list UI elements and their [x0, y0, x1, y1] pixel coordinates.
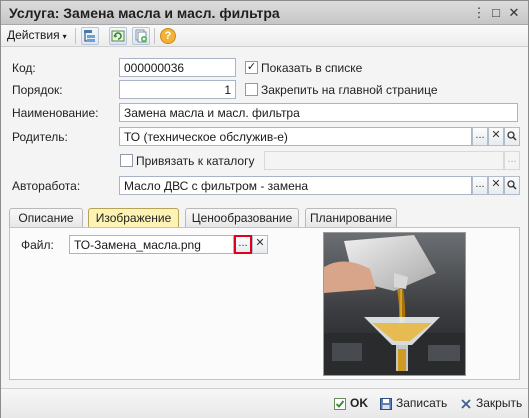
actions-menu-button[interactable]: Действия ▾	[7, 28, 67, 42]
help-icon[interactable]: ?	[160, 28, 176, 44]
search-icon	[507, 131, 517, 141]
file-clear-button[interactable]: ✕	[252, 235, 268, 254]
tab-image[interactable]: Изображение	[88, 208, 179, 229]
ok-label: OK	[350, 396, 368, 410]
more-options-icon[interactable]: ⋮	[471, 5, 487, 20]
autowork-label: Авторабота:	[12, 179, 81, 193]
close-window-button[interactable]: ✕	[506, 5, 522, 20]
close-label: Закрыть	[476, 396, 523, 410]
show-in-list-label: Показать в списке	[261, 61, 363, 75]
hierarchy-move-icon[interactable]	[81, 27, 99, 45]
toolbar-divider	[154, 28, 155, 44]
close-icon	[461, 399, 471, 409]
parent-select-button[interactable]: ...	[472, 127, 488, 146]
order-field[interactable]: 1	[119, 80, 236, 99]
catalog-select-button[interactable]: ...	[504, 151, 520, 170]
autowork-select-button[interactable]: ...	[472, 176, 488, 195]
parent-clear-button[interactable]: ✕	[488, 127, 504, 146]
ok-button[interactable]: OK	[334, 396, 368, 410]
tab-planning[interactable]: Планирование	[305, 208, 397, 228]
pin-main-label: Закрепить на главной странице	[261, 83, 438, 97]
parent-label: Родитель:	[12, 130, 68, 144]
code-field[interactable]: 000000036	[119, 58, 236, 77]
service-image	[323, 232, 466, 376]
tab-description[interactable]: Описание	[9, 208, 83, 228]
save-button[interactable]: Записать	[380, 396, 447, 410]
toolbar: Действия ▾ ?	[1, 25, 528, 47]
file-select-button[interactable]: ...	[234, 235, 252, 254]
parent-field[interactable]: ТО (техническое обслужив-е)	[119, 127, 472, 146]
file-field[interactable]: ТО-Замена_масла.png	[69, 235, 234, 254]
parent-search-button[interactable]	[504, 127, 520, 146]
autowork-clear-button[interactable]: ✕	[488, 176, 504, 195]
search-icon	[507, 180, 517, 190]
show-in-list-checkbox[interactable]: ✓	[245, 61, 258, 74]
catalog-field[interactable]	[264, 151, 504, 170]
order-label: Порядок:	[12, 83, 63, 97]
footer-bar: OK Записать Закрыть	[1, 388, 528, 418]
refresh-icon[interactable]	[109, 27, 127, 45]
code-label: Код:	[12, 61, 36, 75]
link-catalog-checkbox[interactable]	[120, 154, 133, 167]
autowork-field[interactable]: Масло ДВС с фильтром - замена	[119, 176, 472, 195]
window-title: Услуга: Замена масла и масл. фильтра	[9, 5, 280, 21]
autowork-search-button[interactable]	[504, 176, 520, 195]
title-bar[interactable]: Услуга: Замена масла и масл. фильтра ⋮ □…	[1, 1, 528, 25]
pin-main-checkbox[interactable]	[245, 83, 258, 96]
maximize-button[interactable]: □	[488, 5, 504, 20]
name-field[interactable]: Замена масла и масл. фильтра	[119, 103, 518, 122]
save-label: Записать	[396, 396, 448, 410]
copy-add-icon[interactable]	[132, 27, 150, 45]
checkmark-icon	[334, 398, 346, 410]
dialog-window: Услуга: Замена масла и масл. фильтра ⋮ □…	[0, 0, 529, 418]
file-label: Файл:	[21, 238, 54, 252]
toolbar-divider	[75, 28, 76, 44]
chevron-down-icon: ▾	[62, 32, 67, 41]
close-button[interactable]: Закрыть	[460, 396, 522, 410]
save-icon	[380, 398, 392, 410]
tab-pricing[interactable]: Ценообразование	[185, 208, 299, 228]
link-catalog-label: Привязать к каталогу	[136, 154, 255, 168]
name-label: Наименование:	[12, 106, 99, 120]
actions-label: Действия	[7, 28, 60, 42]
